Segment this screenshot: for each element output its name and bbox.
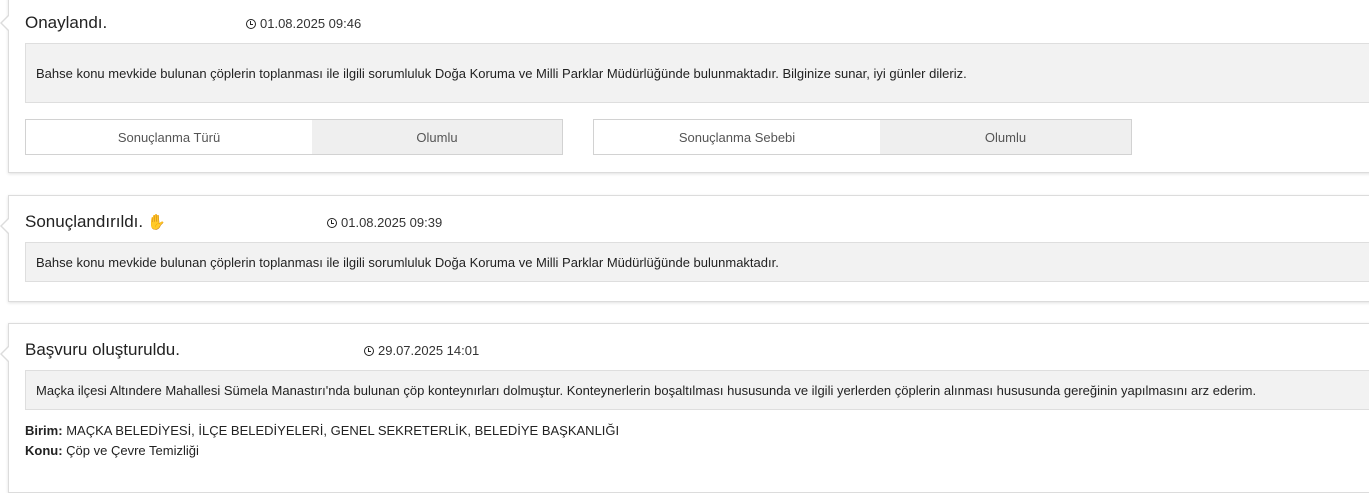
meta-unit-value: MAÇKA BELEDİYESİ, İLÇE BELEDİYELERİ, GEN…	[66, 423, 620, 438]
result-reason-field: Sonuçlanma Sebebi Olumlu	[593, 119, 1132, 155]
entry-message: Maçka ilçesi Altındere Mahallesi Sümela …	[25, 370, 1369, 410]
entry-status-title: Başvuru oluşturuldu.	[25, 340, 180, 359]
result-type-field: Sonuçlanma Türü Olumlu	[25, 119, 563, 155]
timeline-entry-concluded: Sonuçlandırıldı. ✋ 01.08.2025 09:39 Bahs…	[0, 195, 1369, 302]
entry-datetime: 01.08.2025 09:46	[246, 16, 361, 31]
entry-message: Bahse konu mevkide bulunan çöplerin topl…	[25, 43, 1369, 103]
entry-status-title: Onaylandı.	[25, 13, 108, 32]
timeline-entry-created: Başvuru oluşturuldu. 29.07.2025 14:01 Ma…	[0, 323, 1369, 493]
hand-icon: ✋	[147, 214, 166, 231]
entry-datetime-text: 01.08.2025 09:39	[341, 215, 443, 230]
redacted-area	[199, 338, 359, 366]
redacted-area	[187, 210, 327, 238]
redacted-area	[127, 11, 237, 35]
entry-message-text: Bahse konu mevkide bulunan çöplerin topl…	[36, 254, 779, 270]
entry-message-text: Maçka ilçesi Altındere Mahallesi Sümela …	[36, 382, 1257, 398]
meta-subject-value: Çöp ve Çevre Temizliği	[66, 443, 199, 458]
entry-datetime-text: 01.08.2025 09:46	[260, 16, 362, 31]
result-type-label: Sonuçlanma Türü	[26, 120, 312, 154]
meta-unit-label: Birim:	[25, 423, 63, 438]
entry-message-text: Bahse konu mevkide bulunan çöplerin topl…	[36, 65, 967, 81]
entry-datetime: 29.07.2025 14:01	[364, 343, 479, 358]
meta-unit: Birim: MAÇKA BELEDİYESİ, İLÇE BELEDİYELE…	[25, 423, 619, 438]
timeline-entry-approved: Onaylandı. 01.08.2025 09:46 Bahse konu m…	[0, 0, 1369, 173]
entry-status-title-wrap: Sonuçlandırıldı. ✋	[25, 212, 166, 232]
entry-datetime: 01.08.2025 09:39	[327, 215, 442, 230]
clock-icon	[364, 345, 374, 356]
entry-datetime-text: 29.07.2025 14:01	[378, 343, 480, 358]
result-reason-label: Sonuçlanma Sebebi	[594, 120, 880, 154]
entry-message: Bahse konu mevkide bulunan çöplerin topl…	[25, 242, 1369, 282]
clock-icon	[246, 18, 256, 29]
result-reason-value: Olumlu	[880, 120, 1131, 154]
meta-subject-label: Konu:	[25, 443, 63, 458]
meta-subject: Konu: Çöp ve Çevre Temizliği	[25, 443, 199, 458]
entry-status-title: Sonuçlandırıldı.	[25, 212, 144, 231]
result-type-value: Olumlu	[312, 120, 562, 154]
clock-icon	[327, 217, 337, 228]
